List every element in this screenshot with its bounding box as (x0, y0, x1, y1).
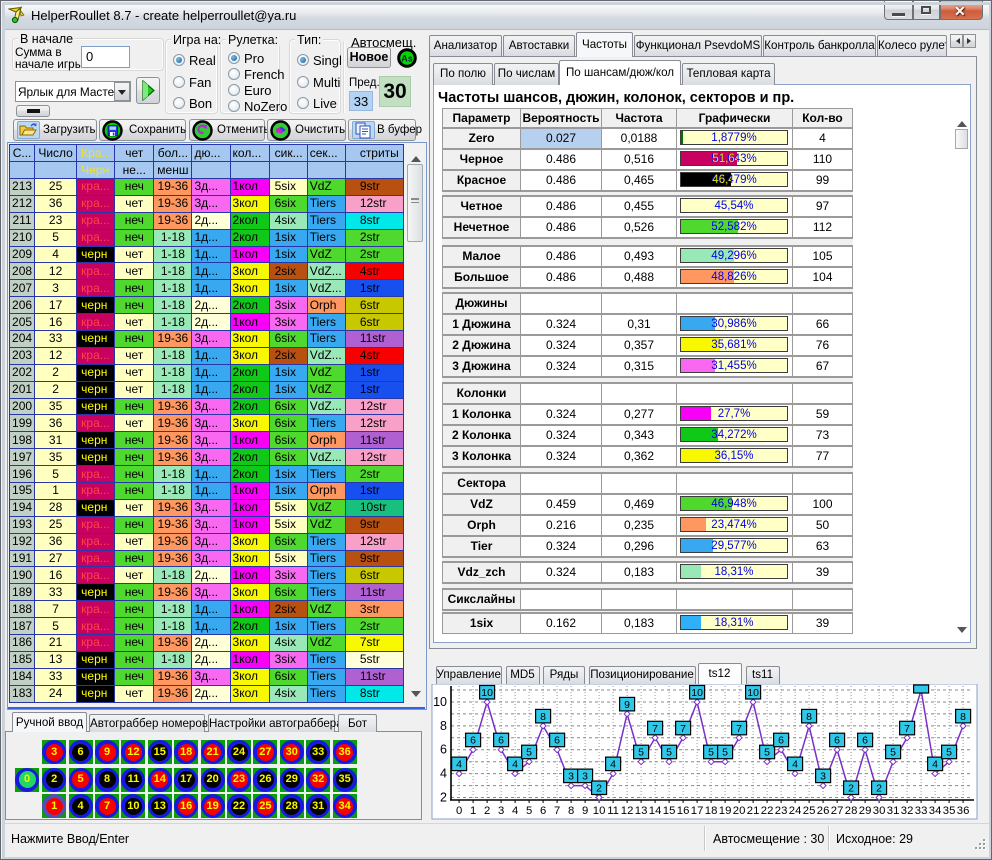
svg-text:13: 13 (635, 805, 648, 817)
svg-text:5: 5 (526, 805, 532, 817)
svg-text:10: 10 (593, 805, 606, 817)
svg-text:14: 14 (649, 805, 662, 817)
svg-text:8: 8 (540, 711, 546, 723)
svg-text:5: 5 (764, 747, 770, 759)
svg-text:4: 4 (932, 759, 938, 771)
svg-text:6: 6 (778, 735, 784, 747)
svg-text:5: 5 (638, 747, 644, 759)
svg-text:3: 3 (498, 805, 504, 817)
svg-text:5: 5 (526, 747, 532, 759)
svg-text:33: 33 (915, 805, 928, 817)
svg-text:10: 10 (481, 687, 493, 699)
svg-text:2: 2 (484, 805, 490, 817)
svg-text:22: 22 (761, 805, 774, 817)
svg-text:21: 21 (747, 805, 760, 817)
svg-text:6: 6 (862, 735, 868, 747)
svg-text:8: 8 (568, 805, 574, 817)
svg-text:24: 24 (789, 805, 802, 817)
svg-text:2: 2 (848, 783, 854, 795)
svg-text:10: 10 (747, 687, 759, 699)
svg-text:31: 31 (887, 805, 900, 817)
svg-text:26: 26 (817, 805, 830, 817)
svg-text:20: 20 (733, 805, 746, 817)
svg-text:35: 35 (943, 805, 956, 817)
svg-text:5: 5 (722, 747, 728, 759)
svg-text:5: 5 (666, 747, 672, 759)
svg-text:6: 6 (440, 743, 447, 757)
svg-text:5: 5 (708, 747, 714, 759)
svg-text:29: 29 (859, 805, 872, 817)
svg-text:15: 15 (663, 805, 676, 817)
svg-text:2: 2 (596, 783, 602, 795)
svg-text:4: 4 (610, 759, 616, 771)
svg-text:30: 30 (873, 805, 886, 817)
svg-text:5: 5 (946, 747, 952, 759)
svg-text:23: 23 (775, 805, 788, 817)
svg-text:19: 19 (719, 805, 732, 817)
svg-text:12: 12 (621, 805, 634, 817)
svg-text:4: 4 (512, 805, 518, 817)
svg-text:3: 3 (568, 771, 574, 783)
svg-text:9: 9 (624, 699, 630, 711)
svg-text:32: 32 (901, 805, 914, 817)
svg-text:6: 6 (470, 735, 476, 747)
svg-text:4: 4 (792, 759, 798, 771)
svg-text:9: 9 (582, 805, 588, 817)
svg-text:27: 27 (831, 805, 844, 817)
svg-text:1: 1 (470, 805, 476, 817)
svg-text:6: 6 (498, 735, 504, 747)
svg-text:As: As (401, 54, 413, 64)
svg-text:36: 36 (957, 805, 970, 817)
svg-text:6: 6 (834, 735, 840, 747)
svg-text:6: 6 (540, 805, 546, 817)
svg-text:18: 18 (705, 805, 718, 817)
svg-text:6: 6 (554, 735, 560, 747)
svg-text:2: 2 (876, 783, 882, 795)
svg-text:7: 7 (680, 723, 686, 735)
svg-text:4: 4 (440, 767, 447, 781)
svg-text:25: 25 (803, 805, 816, 817)
svg-text:10: 10 (433, 695, 447, 709)
svg-text:7: 7 (554, 805, 560, 817)
svg-text:7: 7 (904, 723, 910, 735)
svg-text:2: 2 (440, 791, 447, 805)
svg-text:11: 11 (607, 805, 619, 817)
svg-text:4: 4 (456, 759, 462, 771)
svg-text:7: 7 (652, 723, 658, 735)
svg-text:8: 8 (806, 711, 812, 723)
svg-text:34: 34 (929, 805, 942, 817)
svg-text:17: 17 (691, 805, 704, 817)
svg-text:7: 7 (736, 723, 742, 735)
svg-text:5: 5 (890, 747, 896, 759)
svg-text:4: 4 (512, 759, 518, 771)
svg-text:28: 28 (845, 805, 858, 817)
svg-text:0: 0 (456, 805, 462, 817)
svg-text:8: 8 (440, 719, 447, 733)
svg-text:16: 16 (677, 805, 690, 817)
svg-text:8: 8 (960, 711, 966, 723)
svg-text:3: 3 (820, 771, 826, 783)
svg-text:10: 10 (691, 687, 703, 699)
svg-text:3: 3 (582, 771, 588, 783)
